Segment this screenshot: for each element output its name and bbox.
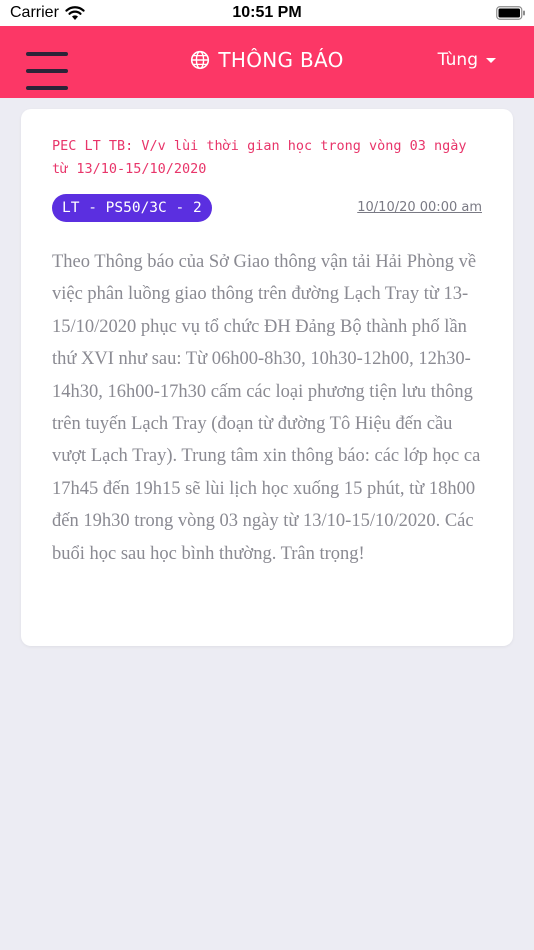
status-time: 10:51 PM bbox=[232, 4, 302, 21]
user-name: Tùng bbox=[437, 50, 478, 70]
notice-title: PEC LT TB: V/v lùi thời gian học trong v… bbox=[52, 138, 467, 177]
user-dropdown[interactable]: Tùng bbox=[438, 50, 496, 70]
notice-card[interactable]: PEC LT TB: V/v lùi thời gian học trong v… bbox=[21, 109, 513, 646]
notice-body: Theo Thông báo của Sở Giao thông vận tải… bbox=[52, 252, 481, 564]
notice-date: 10/10/20 00:00 am bbox=[357, 200, 482, 215]
class-badge: LT - PS50/3C - 2 bbox=[52, 194, 212, 222]
caret-down-icon bbox=[486, 57, 496, 63]
battery-icon bbox=[496, 6, 525, 20]
status-bar: Carrier 10:51 PM bbox=[0, 0, 534, 26]
hamburger-menu-icon[interactable] bbox=[26, 52, 68, 92]
